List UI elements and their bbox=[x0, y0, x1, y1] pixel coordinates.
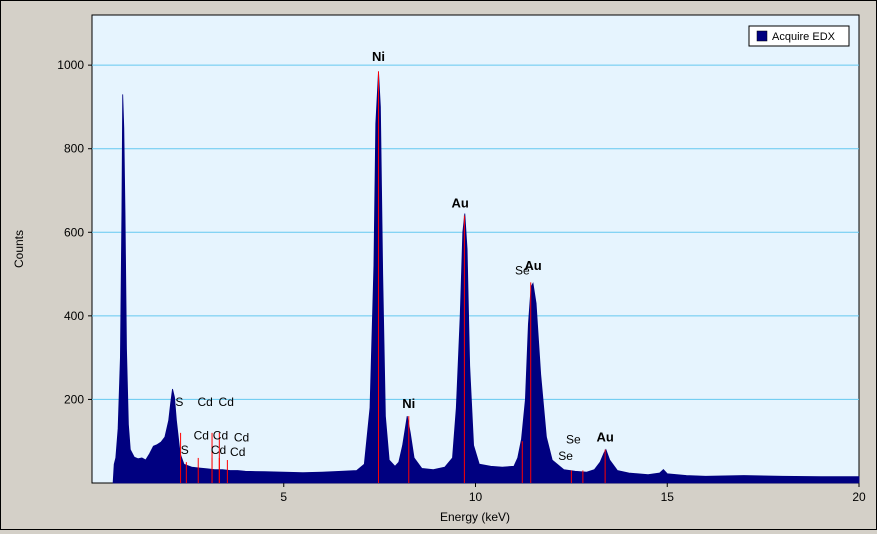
y-axis: 200 400 600 800 1000 bbox=[57, 58, 92, 406]
x-tick-label-10: 10 bbox=[469, 490, 483, 504]
plot-area bbox=[91, 14, 860, 484]
peak-label-cd-12: Cd bbox=[194, 428, 209, 442]
chart-window: Ni Ni Au Au Au Se Se Se S S Cd Cd Cd Cd Cd Cd Cd 200 400 6… bbox=[0, 0, 877, 530]
peak-label-se-7: Se bbox=[558, 449, 573, 463]
y-tick-label-1000: 1000 bbox=[57, 58, 84, 72]
peak-label-cd-15: Cd bbox=[211, 443, 226, 457]
peak-label-au-2: Au bbox=[451, 195, 468, 210]
peak-label-ni-0: Ni bbox=[372, 49, 385, 64]
peak-label-cd-11: Cd bbox=[219, 395, 234, 409]
x-axis: 5 10 15 20 bbox=[280, 483, 866, 504]
edx-spectrum-chart: NiNiAuAuAuSeSeSeSSCd CdCd Cd CdCd Cd 2004006… bbox=[12, 14, 866, 524]
peak-label-ni-1: Ni bbox=[402, 396, 415, 411]
y-tick-label-200: 200 bbox=[64, 392, 84, 406]
x-tick-label-15: 15 bbox=[661, 490, 675, 504]
peak-label-se-5: Se bbox=[515, 263, 530, 277]
x-tick-label-20: 20 bbox=[852, 490, 866, 504]
peak-label-se-6: Se bbox=[566, 432, 581, 446]
legend-swatch bbox=[756, 30, 768, 42]
peak-label-cd-14: Cd bbox=[234, 430, 249, 444]
legend: Acquire EDX bbox=[748, 25, 850, 47]
y-axis-title: Counts bbox=[12, 230, 26, 268]
y-tick-label-600: 600 bbox=[64, 225, 84, 239]
peak-label-cd-10: Cd bbox=[197, 395, 212, 409]
peak-label-au-4: Au bbox=[596, 429, 613, 444]
peak-label-s-9: S bbox=[181, 443, 189, 457]
peak-label-cd-16: Cd bbox=[230, 445, 245, 459]
y-tick-label-800: 800 bbox=[64, 142, 84, 156]
y-tick-label-400: 400 bbox=[64, 309, 84, 323]
peak-label-s-8: S bbox=[175, 395, 183, 409]
peak-label-cd-13: Cd bbox=[213, 428, 228, 442]
legend-label: Acquire EDX bbox=[772, 31, 836, 43]
x-axis-title: Energy (keV) bbox=[440, 510, 510, 524]
x-tick-label-5: 5 bbox=[280, 490, 287, 504]
